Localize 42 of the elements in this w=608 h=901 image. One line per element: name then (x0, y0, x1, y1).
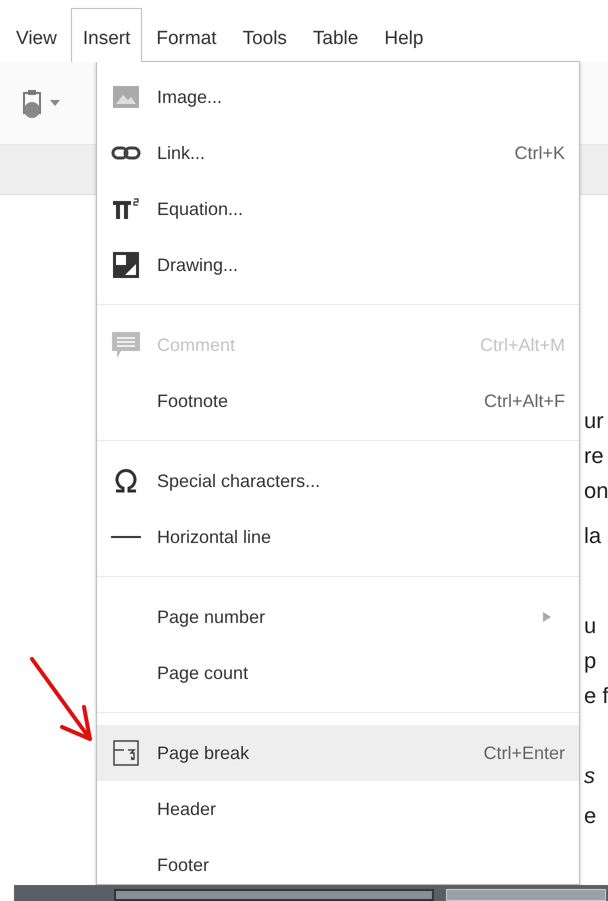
menu-item[interactable]: Footer (97, 837, 579, 884)
document-text: p (584, 650, 596, 672)
paste-icon[interactable] (22, 88, 44, 118)
document-text: s (584, 765, 595, 787)
document-text: on (584, 480, 608, 502)
menu-tab[interactable]: View (4, 0, 69, 62)
shortcut-text: Ctrl+Alt+F (484, 390, 565, 412)
menu-tab[interactable]: Help (372, 0, 436, 62)
menu-item[interactable]: Page break Ctrl+Enter (97, 725, 579, 781)
pi-icon (111, 197, 141, 221)
menu-tab[interactable]: Tools (230, 0, 299, 62)
taskbar-button[interactable] (114, 889, 434, 901)
omega-icon (113, 469, 139, 493)
document-text: ur (584, 410, 604, 432)
menu-item[interactable]: Drawing... (97, 237, 579, 293)
shortcut-text: Ctrl+K (514, 142, 565, 164)
comment-icon (111, 331, 141, 359)
menu-item[interactable]: Link... Ctrl+K (97, 125, 579, 181)
page-break-icon (113, 740, 139, 766)
menu-item[interactable]: Image... (97, 69, 579, 125)
submenu-arrow-icon (543, 612, 551, 622)
menu-item[interactable]: Page number (97, 589, 579, 645)
menu-tab[interactable]: Table (300, 0, 370, 62)
document-text: la (584, 525, 602, 547)
document-text: re (584, 445, 604, 467)
menu-item[interactable]: Footnote Ctrl+Alt+F (97, 373, 579, 429)
shortcut-text: Ctrl+Enter (483, 742, 565, 764)
document-text: u (584, 615, 596, 637)
link-icon (111, 146, 141, 160)
menu-item[interactable]: Page count (97, 645, 579, 701)
caret-icon[interactable] (50, 100, 60, 106)
drawing-icon (113, 252, 139, 278)
menu-tab[interactable]: Format (144, 0, 229, 62)
menu-item[interactable]: Equation... (97, 181, 579, 237)
shortcut-text: Ctrl+Alt+M (480, 334, 565, 356)
document-text: e (584, 805, 596, 827)
menu-item[interactable]: Header (97, 781, 579, 837)
image-icon (113, 86, 139, 108)
menu-item[interactable]: Horizontal line (97, 509, 579, 565)
menu-item[interactable]: Special characters... (97, 453, 579, 509)
menu-tab[interactable]: Insert (70, 8, 142, 62)
line-icon (111, 535, 141, 539)
